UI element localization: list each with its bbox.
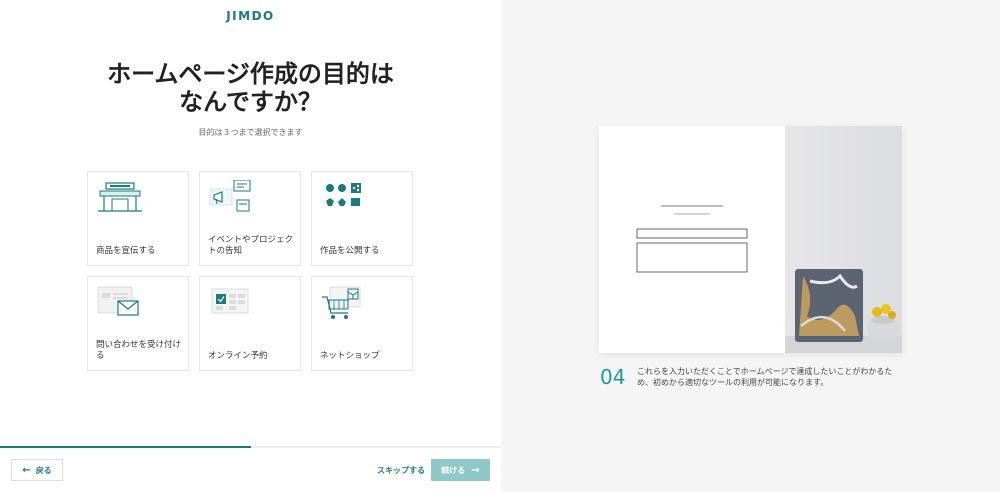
option-card-announce-events[interactable]: イベントやプロジェクトの告知 <box>199 171 301 266</box>
arrow-left-icon: ← <box>22 464 31 476</box>
mail-form-icon <box>97 286 139 316</box>
calendar-check-icon <box>211 288 249 314</box>
option-label: 問い合わせを受け付ける <box>96 340 182 361</box>
decor-photo <box>785 126 902 353</box>
option-card-accept-inquiries[interactable]: 問い合わせを受け付ける <box>87 276 189 371</box>
option-card-promote-products[interactable]: 商品を宣伝する <box>87 171 189 266</box>
continue-label: 続ける <box>441 465 466 475</box>
title-line-2: なんですか？ <box>179 88 322 116</box>
progress-bar <box>0 446 501 448</box>
arrow-right-icon: → <box>471 464 480 476</box>
option-label: ネットショップ <box>320 351 380 361</box>
option-card-online-shop[interactable]: ネットショップ <box>311 276 413 371</box>
option-label: 商品を宣伝する <box>96 246 156 256</box>
step-description: これらを入力いただくことでホームページで達成したいことがわかるため、初めから適切… <box>637 367 893 387</box>
jimdo-logo: JIMDO <box>226 9 275 23</box>
option-label: イベントやプロジェクトの告知 <box>208 235 294 256</box>
option-card-publish-works[interactable]: 作品を公開する <box>311 171 413 266</box>
step-number: 04 <box>600 365 626 389</box>
back-button[interactable]: ← 戻る <box>11 459 63 481</box>
share-gallery-icon <box>326 183 361 206</box>
page-title: ホームページ作成の目的は なんですか？ <box>0 60 501 116</box>
option-card-online-booking[interactable]: オンライン予約 <box>199 276 301 371</box>
page-subtitle: 目的は３つまで選択できます <box>198 128 303 137</box>
option-label: 作品を公開する <box>320 246 380 256</box>
shopping-cart-icon <box>322 286 361 319</box>
megaphone-chat-icon <box>209 180 251 212</box>
art-and-plant-image <box>785 269 902 353</box>
setup-panel: JIMDO ホームページ作成の目的は なんですか？ 目的は３つまで選択できます … <box>0 0 501 492</box>
title-line-1: ホームページ作成の目的は <box>107 60 394 88</box>
form-wireframe-illustration <box>636 205 748 273</box>
info-panel: 04 これらを入力いただくことでホームページで達成したいことがわかるため、初めか… <box>501 0 1000 492</box>
skip-link[interactable]: スキップする <box>372 459 430 481</box>
option-label: オンライン予約 <box>208 351 268 361</box>
storefront-icon <box>98 182 142 212</box>
back-label: 戻る <box>35 465 52 475</box>
progress-fill <box>0 446 251 448</box>
continue-button[interactable]: 続ける → <box>431 459 490 481</box>
website-preview-illustration <box>599 126 902 353</box>
